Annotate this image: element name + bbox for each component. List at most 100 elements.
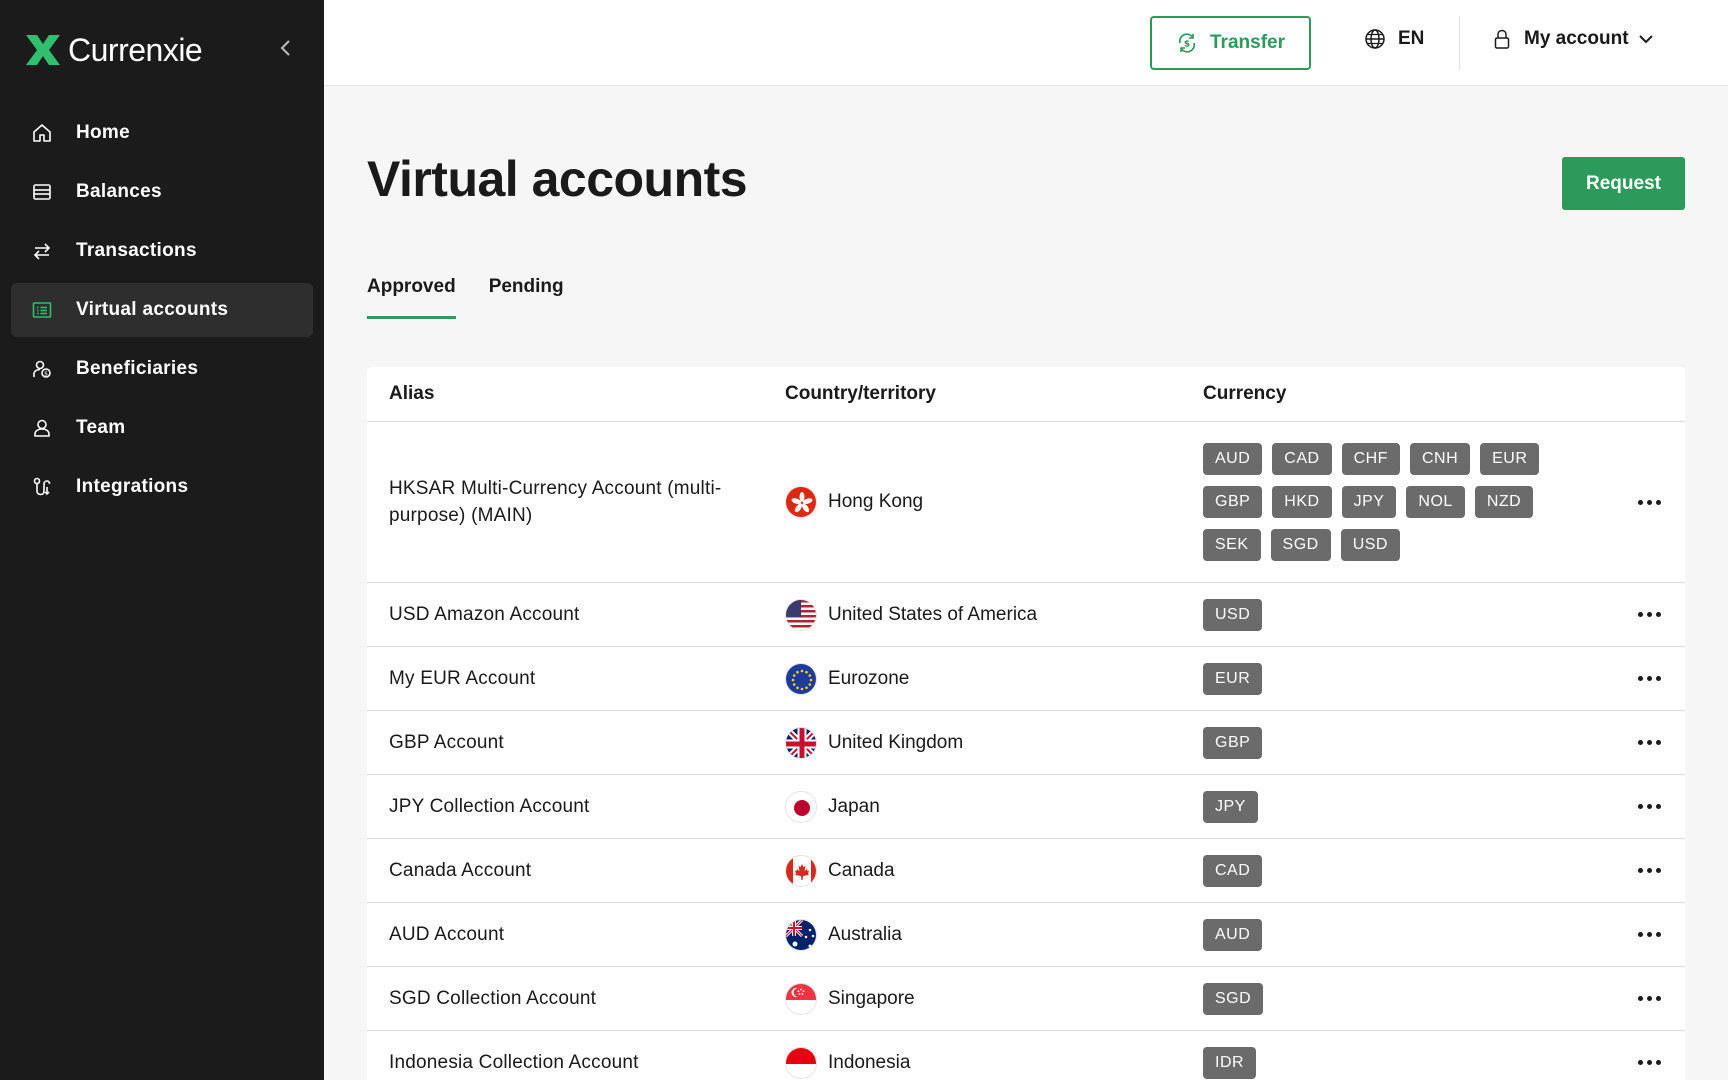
flag-gb-icon (785, 726, 817, 759)
country-cell: Singapore (785, 982, 1203, 1015)
chevron-left-icon (280, 40, 290, 56)
currenxie-logo[interactable]: Currenxie (26, 31, 203, 68)
currency-chip: CNH (1409, 443, 1471, 475)
currency-chip: IDR (1203, 1046, 1257, 1079)
alias-cell: AUD Account (389, 924, 505, 945)
more-options-icon[interactable] (1637, 804, 1661, 809)
currency-chip: EUR (1203, 662, 1263, 695)
alias-cell: USD Amazon Account (389, 604, 580, 625)
more-options-icon[interactable] (1637, 499, 1661, 505)
flag-ca-icon (785, 854, 817, 887)
sidebar-item-label: Home (76, 122, 130, 143)
flag-sg-icon (785, 982, 817, 1015)
flag-us-icon (785, 598, 817, 631)
country-name: Japan (828, 795, 880, 817)
sidebar-item-home[interactable]: Home (11, 106, 313, 160)
table-row[interactable]: SGD Collection Account Singapore SGD (367, 967, 1685, 1031)
currency-chip: CAD (1203, 854, 1263, 887)
country-cell: Indonesia (785, 1046, 1203, 1079)
table-row[interactable]: HKSAR Multi-Currency Account (multi-purp… (367, 422, 1685, 583)
currency-chips: EUR (1203, 662, 1563, 695)
currency-chip: HKD (1272, 486, 1332, 518)
currency-chip: USD (1203, 598, 1263, 631)
svg-text:$: $ (44, 371, 48, 378)
currency-cell: JPY (1203, 790, 1613, 823)
more-options-icon[interactable] (1637, 996, 1661, 1001)
header-currency: Currency (1203, 383, 1287, 404)
flag-id-icon (785, 1046, 817, 1079)
currency-chips: GBP (1203, 726, 1563, 759)
sidebar-item-label: Virtual accounts (76, 299, 229, 320)
currency-exchange-icon: $ (1178, 33, 1196, 53)
currency-chip: SEK (1203, 529, 1261, 561)
balances-icon (31, 181, 53, 203)
tab-pending[interactable]: Pending (489, 276, 564, 319)
more-options-icon[interactable] (1637, 740, 1661, 745)
table-row[interactable]: Canada Account Canada CAD (367, 839, 1685, 903)
sidebar-item-integrations[interactable]: Integrations (11, 460, 313, 514)
sidebar-item-virtual-accounts[interactable]: Virtual accounts (11, 283, 313, 337)
currency-chips: JPY (1203, 790, 1563, 823)
svg-text:$: $ (1184, 40, 1190, 50)
request-button[interactable]: Request (1562, 157, 1685, 210)
table-row[interactable]: GBP Account United Kingdom GBP (367, 711, 1685, 775)
my-account-menu[interactable]: My account (1492, 28, 1655, 50)
sidebar-item-label: Balances (76, 181, 162, 202)
team-icon (31, 417, 53, 439)
logo-text: Currenxie (68, 31, 203, 68)
more-options-icon[interactable] (1637, 932, 1661, 937)
currency-chip: USD (1340, 529, 1400, 561)
lock-icon (1494, 29, 1510, 49)
sidebar-item-balances[interactable]: Balances (11, 165, 313, 219)
currency-chip: JPY (1203, 790, 1258, 823)
sidebar-item-team[interactable]: Team (11, 401, 313, 455)
collapse-sidebar-button[interactable] (274, 36, 298, 60)
table-row[interactable]: AUD Account Australia AUD (367, 903, 1685, 967)
currency-cell: IDR (1203, 1046, 1613, 1079)
country-name: Singapore (828, 987, 915, 1009)
more-options-icon[interactable] (1637, 868, 1661, 873)
currency-chip: GBP (1203, 486, 1263, 518)
sidebar-nav: Home Balances Transactions Virtual accou… (11, 106, 313, 519)
alias-cell: GBP Account (389, 732, 504, 753)
more-options-icon[interactable] (1637, 1060, 1661, 1065)
more-options-icon[interactable] (1637, 612, 1661, 617)
sidebar-item-transactions[interactable]: Transactions (11, 224, 313, 278)
table-row[interactable]: USD Amazon Account United States of Amer… (367, 583, 1685, 647)
table-row[interactable]: JPY Collection Account Japan JPY (367, 775, 1685, 839)
table-body: HKSAR Multi-Currency Account (multi-purp… (367, 422, 1685, 1080)
country-name: United Kingdom (828, 731, 964, 753)
currency-chip: GBP (1203, 726, 1263, 759)
currency-chips: AUD (1203, 918, 1563, 951)
alias-cell: Indonesia Collection Account (389, 1052, 639, 1073)
currency-chip: JPY (1341, 486, 1397, 518)
currency-chips: IDR (1203, 1046, 1563, 1079)
country-cell: Japan (785, 790, 1203, 823)
table-row[interactable]: My EUR Account Eurozone EUR (367, 647, 1685, 711)
country-name: Canada (828, 859, 895, 881)
alias-cell: My EUR Account (389, 668, 536, 689)
tab-approved[interactable]: Approved (367, 276, 456, 319)
currency-chip: SGD (1203, 982, 1264, 1015)
sidebar: Currenxie Home Balances Transactions Vir… (0, 0, 324, 1080)
country-cell: Eurozone (785, 662, 1203, 695)
alias-cell: SGD Collection Account (389, 988, 597, 1009)
sidebar-item-beneficiaries[interactable]: $ Beneficiaries (11, 342, 313, 396)
transfer-button[interactable]: $ Transfer (1150, 16, 1311, 70)
currency-cell: USD (1203, 598, 1613, 631)
more-options-icon[interactable] (1637, 676, 1661, 681)
language-selector[interactable]: EN (1364, 28, 1424, 50)
currency-chips: USD (1203, 598, 1563, 631)
currenxie-logo-icon (26, 35, 60, 65)
currency-cell: SGD (1203, 982, 1613, 1015)
virtual-accounts-icon (31, 299, 53, 321)
sidebar-item-label: Beneficiaries (76, 358, 199, 379)
alias-cell: HKSAR Multi-Currency Account (multi-purp… (389, 478, 722, 526)
currency-chips: SGD (1203, 982, 1563, 1015)
currency-cell: AUD (1203, 918, 1613, 951)
integrations-icon (31, 476, 53, 498)
transfer-arrows-icon (31, 240, 53, 262)
table-row[interactable]: Indonesia Collection Account Indonesia I… (367, 1031, 1685, 1080)
sidebar-item-label: Team (76, 417, 126, 438)
header-alias: Alias (389, 383, 435, 404)
